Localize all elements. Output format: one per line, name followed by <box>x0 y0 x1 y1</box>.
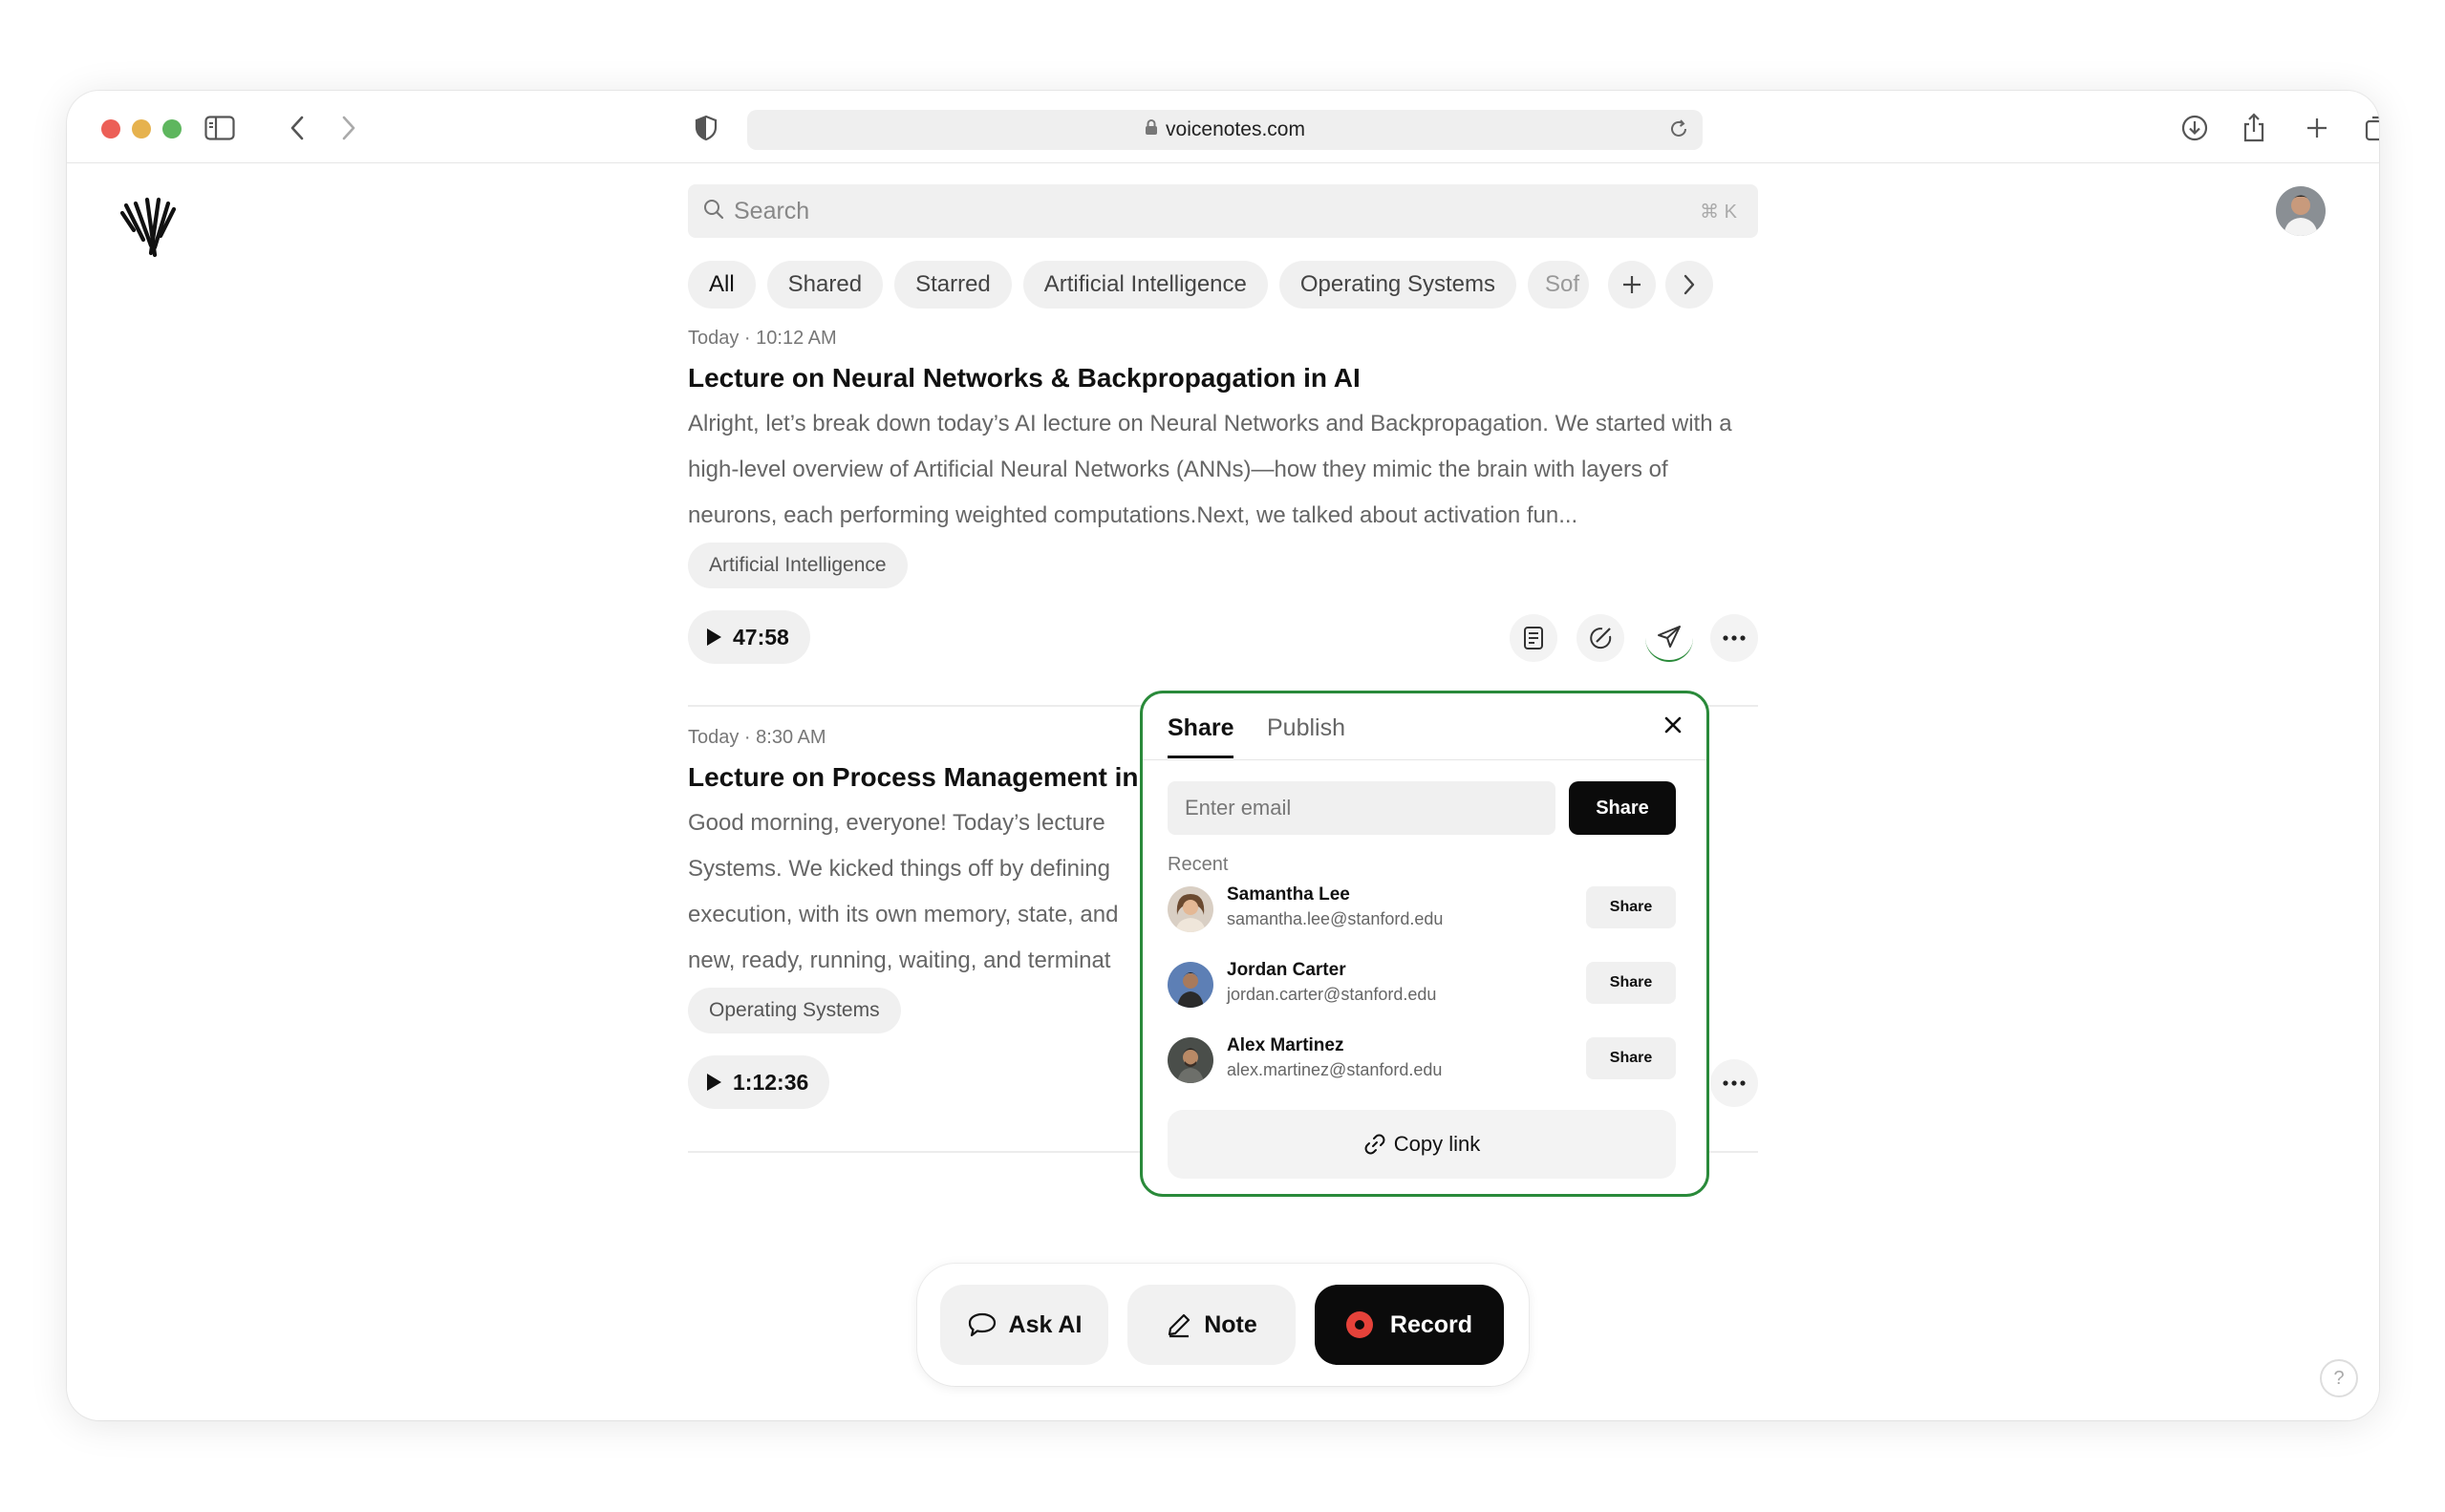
note-button[interactable]: Note <box>1127 1285 1296 1365</box>
email-field[interactable] <box>1168 781 1555 835</box>
close-window-button[interactable] <box>101 119 120 138</box>
download-icon[interactable] <box>2178 110 2211 146</box>
recent-label: Recent <box>1168 854 1229 875</box>
tab-overview-icon[interactable] <box>2364 110 2379 146</box>
avatar <box>1168 1037 1213 1083</box>
note-duration: 1:12:36 <box>733 1069 809 1095</box>
pencil-icon <box>1169 1313 1190 1338</box>
close-icon[interactable] <box>1664 716 1682 738</box>
copy-link-button[interactable]: Copy link <box>1168 1110 1676 1179</box>
record-icon <box>1345 1311 1373 1338</box>
share-popup-tabs: Share Publish <box>1143 693 1706 760</box>
record-button[interactable]: Record <box>1315 1285 1504 1365</box>
browser-toolbar: voicenotes.com <box>67 91 2379 163</box>
more-options-button[interactable] <box>1710 614 1758 662</box>
ask-ai-label: Ask AI <box>1008 1310 1083 1338</box>
note-tag[interactable]: Artificial Intelligence <box>688 543 908 588</box>
forward-icon[interactable] <box>334 110 363 146</box>
share-button[interactable]: Share <box>1569 781 1676 835</box>
filter-chip-starred[interactable]: Starred <box>894 261 1012 309</box>
recent-contact: Alex Martinez alex.martinez@stanford.edu… <box>1168 1033 1676 1087</box>
share-icon[interactable] <box>2240 110 2268 146</box>
ask-ai-button[interactable]: Ask AI <box>940 1285 1108 1365</box>
contact-name: Alex Martinez <box>1227 1035 1344 1055</box>
transcript-button[interactable] <box>1510 614 1557 662</box>
share-note-button[interactable] <box>1645 614 1693 662</box>
share-with-contact-button[interactable]: Share <box>1586 1037 1676 1079</box>
new-tab-icon[interactable] <box>2303 110 2331 146</box>
plus-icon <box>1622 276 1641 293</box>
contact-name: Jordan Carter <box>1227 960 1346 980</box>
filter-chip-software[interactable]: Sof <box>1527 261 1589 309</box>
privacy-shield-icon[interactable] <box>692 110 720 146</box>
copy-link-label: Copy link <box>1393 1132 1481 1156</box>
edit-circle-icon <box>1590 628 1612 650</box>
lock-icon <box>1145 118 1158 141</box>
minimize-window-button[interactable] <box>132 119 151 138</box>
play-button[interactable]: 47:58 <box>688 610 810 664</box>
chat-bubble-icon <box>968 1312 996 1337</box>
tab-share[interactable]: Share <box>1168 714 1234 758</box>
chevron-right-icon <box>1684 274 1695 295</box>
share-with-contact-button[interactable]: Share <box>1586 886 1676 928</box>
avatar <box>1168 962 1213 1008</box>
record-label: Record <box>1389 1310 1473 1338</box>
search-input[interactable]: Search <box>734 198 809 225</box>
note-excerpt: Alright, let’s break down today’s AI lec… <box>688 411 1732 528</box>
help-button[interactable]: ? <box>2320 1359 2358 1397</box>
send-icon <box>1658 626 1681 648</box>
avatar <box>1168 886 1213 932</box>
filter-chip-shared[interactable]: Shared <box>766 261 884 309</box>
share-popup: Share Publish Share Recent Samantha Lee … <box>1140 691 1709 1197</box>
note-timestamp: Today · 10:12 AM <box>688 328 837 349</box>
share-with-contact-button[interactable]: Share <box>1586 962 1676 1004</box>
contact-name: Samantha Lee <box>1227 884 1350 905</box>
note-label: Note <box>1204 1310 1257 1338</box>
note-title[interactable]: Lecture on Neural Networks & Backpropaga… <box>688 363 1758 394</box>
bottom-toolbar: Ask AI Note Record <box>917 1264 1529 1386</box>
filter-chips: All Shared Starred Artificial Intelligen… <box>688 261 1758 309</box>
add-filter-button[interactable] <box>1607 261 1656 309</box>
link-icon <box>1364 1134 1385 1155</box>
document-icon <box>1524 627 1543 650</box>
ellipsis-icon <box>1723 1080 1746 1086</box>
user-avatar[interactable] <box>2276 186 2326 236</box>
search-icon <box>703 199 724 224</box>
note-tag[interactable]: Operating Systems <box>688 988 901 1033</box>
note-duration: 47:58 <box>733 624 789 650</box>
note-card[interactable]: Today · 10:12 AM Lecture on Neural Netwo… <box>688 328 1758 588</box>
filter-chip-all[interactable]: All <box>688 261 756 309</box>
url-text: voicenotes.com <box>1166 118 1305 140</box>
search-shortcut-hint: ⌘ K <box>1700 202 1737 223</box>
search-bar[interactable]: Search ⌘ K <box>688 184 1758 238</box>
filter-chip-operating-systems[interactable]: Operating Systems <box>1278 261 1516 309</box>
contact-email: alex.martinez@stanford.edu <box>1227 1060 1443 1079</box>
scroll-filters-right-button[interactable] <box>1664 261 1713 309</box>
play-button[interactable]: 1:12:36 <box>688 1055 830 1109</box>
address-bar[interactable]: voicenotes.com <box>747 110 1703 150</box>
recent-contact: Samantha Lee samantha.lee@stanford.edu S… <box>1168 883 1676 936</box>
tab-publish[interactable]: Publish <box>1267 714 1345 742</box>
browser-window: voicenotes.com Search ⌘ K All Shared Sta… <box>67 91 2379 1420</box>
maximize-window-button[interactable] <box>162 119 182 138</box>
more-options-button[interactable] <box>1710 1059 1758 1107</box>
back-icon[interactable] <box>283 110 311 146</box>
play-icon <box>707 1074 721 1091</box>
sidebar-toggle-icon[interactable] <box>201 110 239 146</box>
ellipsis-icon <box>1723 635 1746 641</box>
edit-button[interactable] <box>1576 614 1624 662</box>
filter-chip-artificial-intelligence[interactable]: Artificial Intelligence <box>1022 261 1268 309</box>
contact-email: samantha.lee@stanford.edu <box>1227 909 1444 928</box>
voicenotes-logo-icon[interactable] <box>117 196 178 267</box>
play-icon <box>707 628 721 646</box>
contact-email: jordan.carter@stanford.edu <box>1227 985 1437 1004</box>
reload-icon[interactable] <box>1668 118 1689 145</box>
recent-contact: Jordan Carter jordan.carter@stanford.edu… <box>1168 958 1676 1012</box>
